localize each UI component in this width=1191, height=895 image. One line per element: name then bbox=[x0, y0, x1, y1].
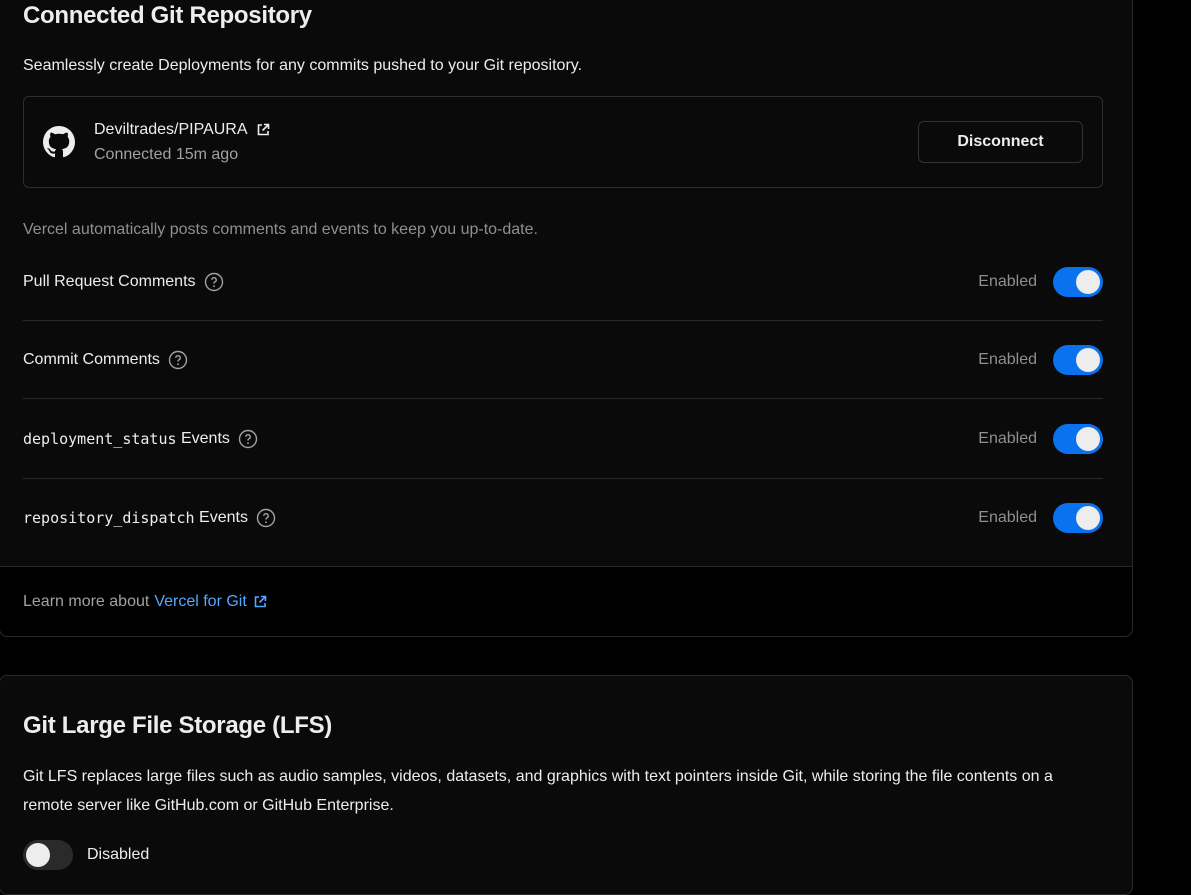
setting-label-text: Commit Comments bbox=[23, 350, 160, 368]
toggle-knob bbox=[1076, 270, 1100, 294]
vercel-for-git-link[interactable]: Vercel for Git bbox=[154, 593, 267, 611]
help-circle-icon[interactable] bbox=[168, 350, 188, 370]
help-circle-icon[interactable] bbox=[256, 508, 276, 528]
toggle-knob bbox=[26, 843, 50, 867]
setting-row-repository-dispatch-events: repository_dispatch Events Enabled bbox=[23, 479, 1103, 557]
toggle-knob bbox=[1076, 506, 1100, 530]
connected-time: Connected 15m ago bbox=[94, 146, 239, 163]
section-description: Git LFS replaces large files such as aud… bbox=[23, 768, 1053, 814]
lfs-toggle[interactable] bbox=[23, 840, 73, 870]
status-text: Enabled bbox=[978, 272, 1037, 290]
setting-row-commit-comments: Commit Comments Enabled bbox=[23, 321, 1103, 399]
help-circle-icon[interactable] bbox=[204, 272, 224, 292]
status-text: Enabled bbox=[978, 429, 1037, 447]
section-title: Git Large File Storage (LFS) bbox=[23, 712, 332, 739]
section-title: Connected Git Repository bbox=[23, 2, 312, 29]
setting-label: Commit Comments bbox=[23, 321, 188, 398]
connected-repo-box: Deviltrades/PIPAURA Connected 15m ago Di… bbox=[23, 96, 1103, 188]
toggle-knob bbox=[1076, 348, 1100, 372]
git-repository-card: Connected Git Repository Seamlessly crea… bbox=[0, 0, 1133, 637]
git-lfs-card: Git Large File Storage (LFS) Git LFS rep… bbox=[0, 675, 1133, 895]
setting-label-text: deployment_status Events bbox=[23, 430, 230, 448]
setting-label: deployment_status Events bbox=[23, 399, 258, 478]
github-icon bbox=[43, 126, 75, 158]
external-link-icon[interactable] bbox=[253, 595, 267, 609]
setting-label-text: Pull Request Comments bbox=[23, 272, 196, 290]
setting-code: repository_dispatch bbox=[23, 509, 195, 527]
repo-link[interactable]: Deviltrades/PIPAURA bbox=[94, 121, 270, 139]
status-text: Enabled bbox=[978, 509, 1037, 526]
pull-request-comments-toggle[interactable] bbox=[1053, 267, 1103, 297]
setting-label: Pull Request Comments bbox=[23, 243, 224, 320]
link-text[interactable]: Vercel for Git bbox=[154, 593, 246, 611]
setting-suffix: Events bbox=[194, 509, 248, 526]
deployment-status-events-toggle[interactable] bbox=[1053, 424, 1103, 454]
card-footer: Learn more about Vercel for Git bbox=[0, 566, 1132, 636]
help-circle-icon[interactable] bbox=[238, 429, 258, 449]
setting-row-pull-request-comments: Pull Request Comments Enabled bbox=[23, 243, 1103, 321]
disconnect-button[interactable]: Disconnect bbox=[918, 121, 1083, 163]
setting-suffix: Events bbox=[176, 429, 230, 447]
setting-code: deployment_status bbox=[23, 429, 177, 448]
footer-text: Learn more about Vercel for Git bbox=[23, 567, 267, 637]
lfs-toggle-row: Disabled bbox=[23, 840, 149, 870]
comments-note: Vercel automatically posts comments and … bbox=[23, 221, 538, 238]
repository-dispatch-events-toggle[interactable] bbox=[1053, 503, 1103, 533]
footer-prefix: Learn more about bbox=[23, 593, 150, 610]
toggle-knob bbox=[1076, 427, 1100, 451]
external-link-icon[interactable] bbox=[256, 123, 270, 137]
status-text: Enabled bbox=[978, 350, 1037, 368]
lfs-toggle-label: Disabled bbox=[87, 846, 150, 863]
section-description: Seamlessly create Deployments for any co… bbox=[23, 57, 583, 74]
commit-comments-toggle[interactable] bbox=[1053, 345, 1103, 375]
setting-label-text: repository_dispatch Events bbox=[23, 509, 248, 527]
repo-name[interactable]: Deviltrades/PIPAURA bbox=[94, 121, 248, 139]
setting-row-deployment-status-events: deployment_status Events Enabled bbox=[23, 399, 1103, 479]
setting-label: repository_dispatch Events bbox=[23, 479, 276, 557]
